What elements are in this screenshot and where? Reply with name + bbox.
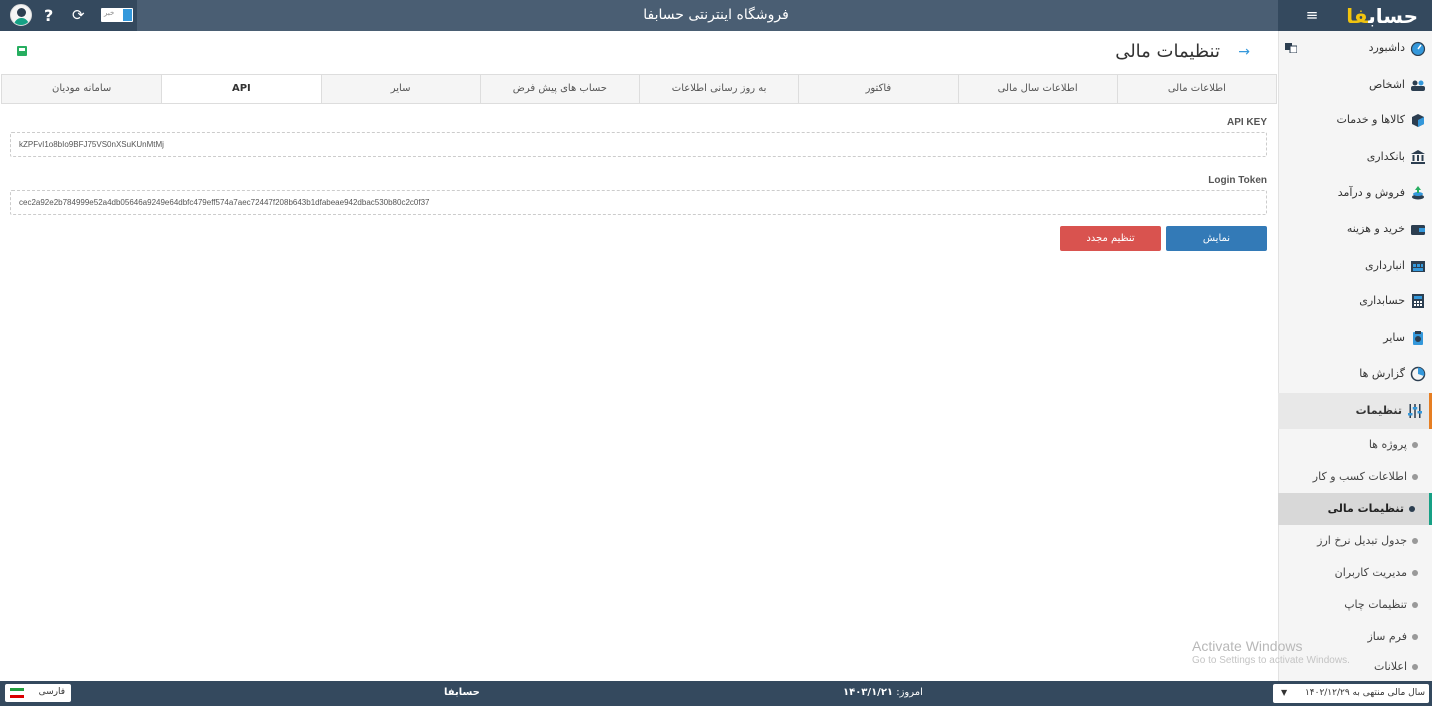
sidebar-item-label: تنظیمات xyxy=(1355,404,1402,417)
sidebar-subitem-financial-settings[interactable]: تنظیمات مالی xyxy=(1278,493,1432,525)
sidebar-item-label: خرید و هزینه xyxy=(1346,222,1405,235)
hamburger-menu-icon[interactable]: ≡ xyxy=(1302,6,1322,26)
watermark-line2: Go to Settings to activate Windows. xyxy=(1192,655,1350,666)
other-icon xyxy=(1413,331,1423,345)
sidebar-item-accounting[interactable]: حسابداری xyxy=(1278,285,1432,318)
app-title: فروشگاه اینترنتی حسابفا xyxy=(643,7,789,23)
sidebar-item-label: حسابداری xyxy=(1359,294,1405,307)
sidebar-item-settings[interactable]: تنظیمات xyxy=(1278,393,1432,429)
sidebar-item-label: گزارش ها xyxy=(1359,367,1405,380)
bullet-icon xyxy=(1412,602,1418,608)
chevron-down-icon: ▼ xyxy=(1281,688,1288,697)
settings-tabs: اطلاعات مالی اطلاعات سال مالی فاکتور به … xyxy=(1,74,1277,104)
bullet-icon xyxy=(1412,538,1418,544)
api-key-label: API KEY xyxy=(1226,117,1267,128)
sidebar-item-products[interactable]: کالاها و خدمات xyxy=(1278,104,1432,137)
logo-main: حساب xyxy=(1368,4,1418,28)
sales-icon xyxy=(1412,186,1424,200)
fiscal-year-select[interactable]: سال مالی منتهی به ۱۴۰۲/۱۲/۲۹ ▼ xyxy=(1273,684,1429,703)
tab-other[interactable]: سایر xyxy=(320,75,480,103)
back-arrow-icon[interactable]: → xyxy=(1238,44,1250,60)
sidebar-item-label: فروش و درآمد xyxy=(1337,186,1405,199)
sidebar-item-purchases[interactable]: خرید و هزینه xyxy=(1278,213,1432,246)
language-value: فارسی xyxy=(38,687,65,697)
sidebar-item-label: کالاها و خدمات xyxy=(1336,113,1406,126)
watermark-line1: Activate Windows xyxy=(1192,638,1303,654)
page-header: تنظیمات مالی → xyxy=(0,31,1297,74)
bank-icon xyxy=(1411,150,1425,164)
sidebar-subitem-print-settings[interactable]: تنظیمات چاپ xyxy=(1278,589,1432,621)
bullet-icon xyxy=(1412,442,1418,448)
tab-default-accounts[interactable]: حساب های پیش فرض xyxy=(479,75,639,103)
save-icon[interactable] xyxy=(17,46,27,56)
top-bar: ? ⟳ خبر فروشگاه اینترنتی حسابفا ≡ حسابفا xyxy=(0,0,1432,31)
language-select[interactable]: فارسی xyxy=(5,684,71,702)
bullet-icon xyxy=(1412,664,1418,670)
today-value: ۱۴۰۳/۱/۲۱ xyxy=(843,687,894,698)
status-bar: فارسی حسابفا امروز: ۱۴۰۳/۱/۲۱ سال مالی م… xyxy=(0,681,1432,706)
logo[interactable]: حسابفا xyxy=(1346,4,1418,28)
sidebar: داشبورد اشخاص کالاها و خدمات بانکداری فر… xyxy=(1278,31,1432,681)
sidebar-subitem-label: جدول تبدیل نرخ ارز xyxy=(1317,534,1407,547)
reports-icon xyxy=(1410,366,1426,382)
wallet-icon xyxy=(1411,225,1425,235)
logo-accent: فا xyxy=(1346,4,1369,28)
sidebar-item-dashboard[interactable]: داشبورد xyxy=(1278,32,1432,65)
sidebar-item-people[interactable]: اشخاص xyxy=(1278,69,1432,102)
sidebar-subitem-label: اعلانات xyxy=(1374,660,1407,673)
sidebar-subitem-label: پروژه ها xyxy=(1368,438,1407,451)
tab-api[interactable]: API xyxy=(161,75,321,103)
iran-flag-icon xyxy=(10,688,24,698)
bullet-icon xyxy=(1412,634,1418,640)
tab-fiscal-year-info[interactable]: اطلاعات سال مالی xyxy=(957,75,1117,103)
sidebar-item-banking[interactable]: بانکداری xyxy=(1278,141,1432,174)
logo-area: ≡ حسابفا xyxy=(1278,0,1432,31)
today-date: امروز: ۱۴۰۳/۱/۲۱ xyxy=(843,687,923,698)
fiscal-year-value: سال مالی منتهی به ۱۴۰۲/۱۲/۲۹ xyxy=(1304,688,1425,698)
sidebar-subitem-label: اطلاعات کسب و کار xyxy=(1312,470,1407,483)
main-content: تنظیمات مالی → اطلاعات مالی اطلاعات سال … xyxy=(0,31,1297,681)
tab-taxpayer-system[interactable]: سامانه مودیان xyxy=(2,75,161,103)
tab-invoice[interactable]: فاکتور xyxy=(798,75,957,103)
sidebar-subitem-business-info[interactable]: اطلاعات کسب و کار xyxy=(1278,461,1432,493)
windows-activation-watermark: Activate Windows Go to Settings to activ… xyxy=(1192,638,1350,666)
sidebar-item-label: بانکداری xyxy=(1366,150,1405,163)
sidebar-item-sales[interactable]: فروش و درآمد xyxy=(1278,177,1432,210)
accounting-icon xyxy=(1412,294,1424,308)
sidebar-subitem-label: فرم ساز xyxy=(1367,630,1407,643)
sidebar-subitem-projects[interactable]: پروژه ها xyxy=(1278,429,1432,461)
bullet-icon xyxy=(1409,506,1415,512)
sidebar-subitem-label: تنظیمات مالی xyxy=(1327,502,1404,515)
api-key-field[interactable]: kZPFvI1o8bIo9BFJ75VS0nXSuKUnMtMj xyxy=(10,132,1267,157)
today-label: امروز: xyxy=(896,687,923,698)
sidebar-item-reports[interactable]: گزارش ها xyxy=(1278,358,1432,391)
sidebar-item-label: سایر xyxy=(1383,331,1405,344)
sidebar-item-label: اشخاص xyxy=(1368,78,1405,91)
tab-data-update[interactable]: به روز رسانی اطلاعات xyxy=(639,75,798,103)
warehouse-icon xyxy=(1411,261,1425,272)
panel-toggle-icon[interactable] xyxy=(1285,43,1297,53)
dashboard-icon xyxy=(1410,41,1426,56)
show-button[interactable]: نمایش xyxy=(1166,226,1267,251)
login-token-field[interactable]: cec2a92e2b784999e52a4db05646a9249e64dbfc… xyxy=(10,190,1267,215)
tab-financial-info[interactable]: اطلاعات مالی xyxy=(1116,75,1276,103)
sidebar-subitem-label: مدیریت کاربران xyxy=(1334,566,1407,579)
sidebar-subitem-user-management[interactable]: مدیریت کاربران xyxy=(1278,557,1432,589)
people-icon xyxy=(1411,80,1425,91)
sidebar-item-other[interactable]: سایر xyxy=(1278,322,1432,355)
reset-button[interactable]: تنظیم مجدد xyxy=(1060,226,1161,251)
page-title: تنظیمات مالی xyxy=(1115,41,1220,62)
bullet-icon xyxy=(1412,474,1418,480)
sidebar-item-label: داشبورد xyxy=(1368,41,1405,54)
settings-sliders-icon xyxy=(1408,404,1422,418)
footer-brand: حسابفا xyxy=(444,687,480,698)
bullet-icon xyxy=(1412,570,1418,576)
sidebar-subitem-currency-rates[interactable]: جدول تبدیل نرخ ارز xyxy=(1278,525,1432,557)
sidebar-subitem-label: تنظیمات چاپ xyxy=(1344,598,1407,611)
sidebar-item-warehouse[interactable]: انبارداری xyxy=(1278,250,1432,283)
box-icon xyxy=(1412,114,1424,127)
login-token-label: Login Token xyxy=(1208,175,1267,186)
sidebar-item-label: انبارداری xyxy=(1365,259,1405,272)
